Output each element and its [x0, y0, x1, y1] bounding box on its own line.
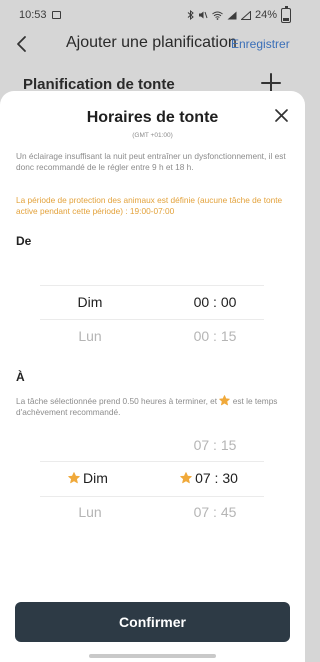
- mowing-hours-sheet: Horaires de tonte (GMT +01:00) Un éclair…: [0, 91, 305, 662]
- wifi-icon: [212, 11, 223, 20]
- to-picker-divider-top: [40, 461, 264, 462]
- from-time-selected[interactable]: 00 : 00: [184, 294, 246, 310]
- sheet-title: Horaires de tonte: [86, 109, 219, 126]
- chevron-left-icon[interactable]: [14, 34, 30, 54]
- to-time-selected-label: 07 : 30: [195, 470, 238, 486]
- close-icon[interactable]: [274, 108, 289, 123]
- to-label: À: [16, 370, 25, 384]
- to-day-selected[interactable]: Dim: [52, 470, 124, 486]
- star-icon: [68, 472, 80, 484]
- status-time: 10:53: [19, 9, 47, 21]
- background-page-title: Ajouter une planification: [66, 34, 237, 51]
- from-picker-divider-top: [40, 285, 264, 286]
- signal-icon-2: [240, 10, 251, 20]
- to-day-next[interactable]: Lun: [62, 504, 118, 520]
- to-picker-divider-bottom: [40, 496, 264, 497]
- home-indicator: [89, 654, 216, 658]
- to-time-prev[interactable]: 07 : 15: [184, 437, 246, 453]
- status-right: 24%: [187, 5, 291, 23]
- battery-percent: 24%: [254, 9, 277, 21]
- to-day-selected-label: Dim: [83, 470, 108, 486]
- signal-icon: [227, 11, 237, 19]
- background-header: Ajouter une planification Enregistrer: [0, 30, 305, 58]
- timezone-label: (GMT +01:00): [132, 132, 173, 139]
- lighting-warning: Un éclairage insuffisant la nuit peut en…: [16, 151, 286, 172]
- from-time-next[interactable]: 00 : 15: [184, 328, 246, 344]
- to-time-selected[interactable]: 07 : 30: [170, 470, 248, 486]
- duration-note-text: La tâche sélectionnée prend 0.50 heures …: [16, 396, 220, 406]
- from-label: De: [16, 234, 32, 248]
- confirm-button[interactable]: Confirmer: [15, 602, 290, 642]
- from-day-selected[interactable]: Dim: [62, 294, 118, 310]
- status-bar: 10:53 24%: [0, 0, 305, 30]
- save-button[interactable]: Enregistrer: [231, 37, 290, 51]
- to-time-next[interactable]: 07 : 45: [184, 504, 246, 520]
- from-picker-divider-bottom: [40, 319, 264, 320]
- mute-icon: [198, 11, 208, 19]
- star-icon: [180, 472, 192, 484]
- status-left: 10:53: [19, 9, 61, 21]
- star-icon: [219, 395, 231, 406]
- animal-protection-note: La période de protection des animaux est…: [16, 195, 283, 216]
- duration-note: La tâche sélectionnée prend 0.50 heures …: [16, 395, 292, 418]
- gallery-notification-icon: [51, 11, 61, 19]
- bluetooth-icon: [187, 10, 194, 20]
- from-day-next[interactable]: Lun: [62, 328, 118, 344]
- battery-icon: [281, 5, 291, 23]
